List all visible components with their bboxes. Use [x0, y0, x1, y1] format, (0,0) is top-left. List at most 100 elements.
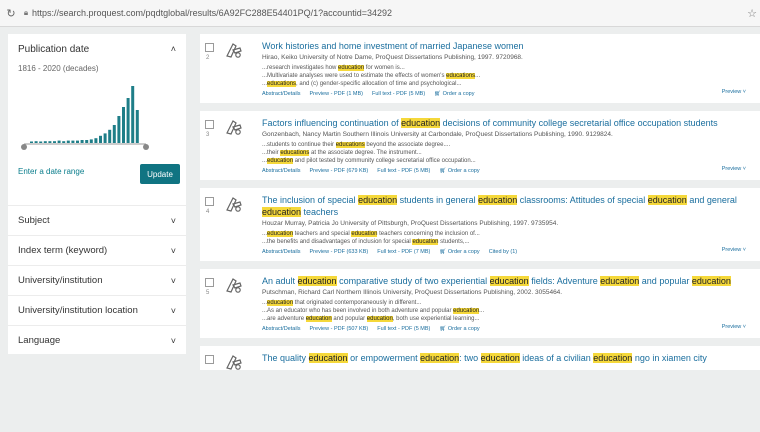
histogram-bar: [66, 140, 70, 143]
result-link-preview-pdf-1-mb-[interactable]: Preview - PDF (1 MB): [310, 91, 363, 97]
text-fragment: Factors influencing continuation of: [262, 118, 402, 128]
result-card: 5 An adult education comparative study of…: [200, 269, 760, 338]
update-button[interactable]: Update: [140, 164, 180, 184]
chevron-down-icon[interactable]: ˅: [171, 246, 176, 256]
enter-date-range-link[interactable]: Enter a date range: [18, 167, 84, 176]
chevron-down-icon[interactable]: ˅: [171, 306, 176, 316]
bookmark-star-icon[interactable]: ☆: [744, 7, 760, 20]
text-fragment: , and (c) gender-specific allocation of …: [296, 81, 462, 87]
facet-index-term-keyword-[interactable]: Index term (keyword) ˅: [8, 235, 186, 265]
result-link-full-text-pdf-5-mb-[interactable]: Full text - PDF (5 MB): [377, 326, 430, 332]
histogram-bar: [85, 140, 89, 143]
histogram-bar: [53, 141, 56, 143]
range-start-handle[interactable]: [21, 144, 27, 150]
range-end-handle[interactable]: [143, 144, 149, 150]
select-checkbox[interactable]: [205, 278, 214, 287]
snippet-line: ...students to continue their educations…: [262, 141, 752, 149]
result-link-order-a-copy[interactable]: 🛒︎ Order a copy: [439, 249, 479, 255]
highlighted-term: education: [305, 316, 332, 322]
chevron-down-icon[interactable]: ˅: [171, 336, 176, 346]
text-fragment: ...: [479, 308, 485, 314]
preview-dropdown[interactable]: Preview ˅: [722, 247, 746, 253]
highlighted-term: education: [480, 353, 520, 363]
facet-subject[interactable]: Subject ˅: [8, 205, 186, 235]
result-link-full-text-pdf-5-mb-[interactable]: Full text - PDF (5 MB): [377, 168, 430, 174]
chevron-up-icon[interactable]: ˄: [171, 44, 176, 54]
result-link-abstract-details[interactable]: Abstract/Details: [262, 168, 301, 174]
highlighted-term: education: [366, 316, 393, 322]
result-link-abstract-details[interactable]: Abstract/Details: [262, 91, 301, 97]
result-link-preview-pdf-633-kb-[interactable]: Preview - PDF (633 KB): [310, 249, 369, 255]
preview-dropdown[interactable]: Preview ˅: [722, 324, 746, 330]
facet-university-institution-location[interactable]: University/institution location ˅: [8, 295, 186, 325]
result-card: 3 Factors influencing continuation of edu…: [200, 111, 760, 180]
histogram-bar: [71, 140, 75, 143]
result-link-preview-pdf-679-kb-[interactable]: Preview - PDF (679 KB): [310, 168, 369, 174]
highlighted-term: education: [267, 158, 294, 164]
text-fragment: that originated contemporaneously in dif…: [293, 300, 422, 306]
text-fragment: students in general: [397, 195, 479, 205]
chevron-down-icon[interactable]: ˅: [171, 216, 176, 226]
filter-sidebar: Publication date ˄ 1816 - 2020 (decades)…: [8, 34, 186, 354]
result-link-full-text-pdf-7-mb-[interactable]: Full text - PDF (7 MB): [377, 249, 430, 255]
result-title-link[interactable]: The inclusion of special education stude…: [262, 194, 752, 218]
result-snippets: ...research investigates how education f…: [262, 64, 752, 88]
highlighted-term: education: [267, 300, 294, 306]
chevron-down-icon[interactable]: ˅: [171, 276, 176, 286]
result-links: Abstract/Details Preview - PDF (633 KB) Fu…: [262, 249, 752, 255]
result-title-link[interactable]: The quality education or empowerment edu…: [262, 352, 752, 364]
result-number: 5: [206, 290, 210, 296]
result-citation: Houzar Murray, Patricia Jo University of…: [262, 220, 559, 227]
text-fragment: comparative study of two experiential: [336, 276, 490, 286]
result-link-preview-pdf-507-kb-[interactable]: Preview - PDF (507 KB): [310, 326, 369, 332]
highlighted-term: education: [600, 276, 640, 286]
snippet-line: ...education and pilot tested by communi…: [262, 157, 752, 165]
snippet-line: ...education teachers and special educat…: [262, 230, 752, 238]
reload-icon[interactable]: ↻: [2, 7, 20, 20]
select-checkbox[interactable]: [205, 197, 214, 206]
text-fragment: , both use experiential learning...: [392, 316, 480, 322]
result-link-order-a-copy[interactable]: 🛒︎ Order a copy: [434, 91, 474, 97]
result-title-link[interactable]: An adult education comparative study of …: [262, 275, 752, 287]
text-fragment: ...Multivariate analyses were used to es…: [262, 73, 447, 79]
text-fragment: decisions of community college secretari…: [440, 118, 718, 128]
text-fragment: and general: [686, 195, 737, 205]
dissertation-icon: [226, 43, 242, 58]
result-title-link[interactable]: Work histories and home investment of ma…: [262, 40, 752, 52]
facet-label: Subject: [18, 215, 50, 226]
histogram-bar: [34, 141, 38, 143]
text-fragment: Work histories and home investment of ma…: [262, 41, 524, 51]
highlighted-term: education: [338, 65, 365, 71]
select-checkbox[interactable]: [205, 355, 214, 364]
preview-dropdown[interactable]: Preview ˅: [722, 166, 746, 172]
result-link-abstract-details[interactable]: Abstract/Details: [262, 249, 301, 255]
text-fragment: and popular: [331, 316, 367, 322]
select-checkbox[interactable]: [205, 120, 214, 129]
histogram-bar: [112, 125, 116, 143]
url-text[interactable]: https://search.proquest.com/pqdtglobal/r…: [32, 8, 744, 18]
text-fragment: classrooms: Attitudes of special: [517, 195, 648, 205]
result-link-abstract-details[interactable]: Abstract/Details: [262, 326, 301, 332]
result-link-order-a-copy[interactable]: 🛒︎ Order a copy: [439, 326, 479, 332]
result-link-full-text-pdf-5-mb-[interactable]: Full text - PDF (5 MB): [372, 91, 425, 97]
facet-university-institution[interactable]: University/institution ˅: [8, 265, 186, 295]
select-checkbox[interactable]: [205, 43, 214, 52]
highlighted-term: education: [412, 239, 439, 245]
result-title-link[interactable]: Factors influencing continuation of educ…: [262, 117, 752, 129]
dissertation-icon: [226, 197, 242, 212]
publication-date-header[interactable]: Publication date ˄: [8, 34, 186, 64]
snippet-line: ...education that originated contemporan…: [262, 299, 752, 307]
facet-label: Language: [18, 335, 61, 346]
text-fragment: : two: [459, 353, 481, 363]
preview-dropdown[interactable]: Preview ˅: [722, 89, 746, 95]
result-link-cited-by-1-[interactable]: Cited by (1): [489, 249, 517, 255]
facet-label: University/institution: [18, 275, 103, 286]
highlighted-term: education: [489, 276, 529, 286]
facet-language[interactable]: Language ˅: [8, 325, 186, 355]
histogram-bar: [57, 140, 61, 143]
result-links: Abstract/Details Preview - PDF (507 KB) Fu…: [262, 326, 752, 332]
result-link-order-a-copy[interactable]: 🛒︎ Order a copy: [439, 168, 479, 174]
text-fragment: The quality: [262, 353, 309, 363]
histogram-bar: [108, 129, 112, 143]
histogram-bar: [126, 98, 130, 143]
